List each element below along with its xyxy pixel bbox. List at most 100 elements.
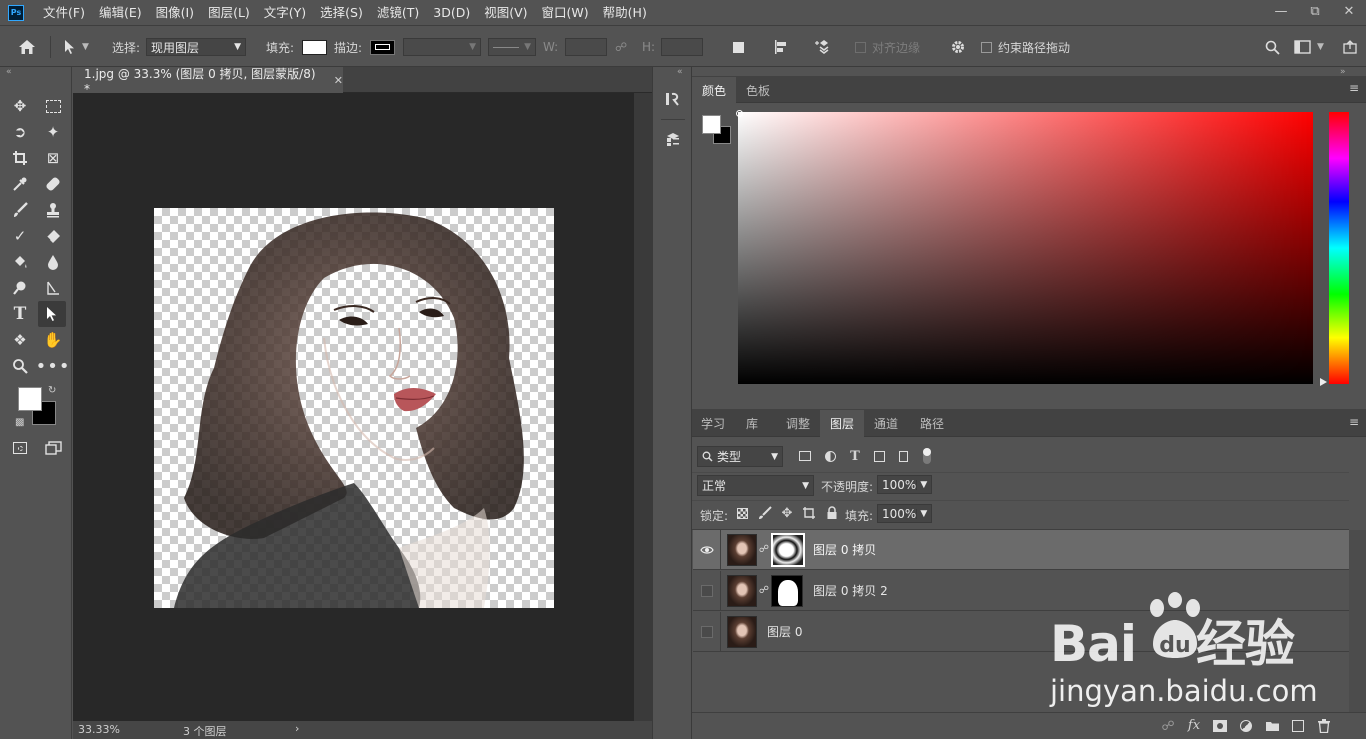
visibility-toggle[interactable]	[693, 611, 721, 652]
history-brush-tool-icon[interactable]: ✓	[9, 225, 31, 247]
dodge-tool-icon[interactable]	[9, 277, 31, 299]
filter-adjustment-icon[interactable]	[822, 447, 838, 465]
tab-adjustments[interactable]: 调整	[776, 410, 820, 437]
path-select-tool-icon[interactable]: ▼	[64, 26, 89, 68]
menu-layer[interactable]: 图层(L)	[201, 0, 257, 25]
layer-row[interactable]: ☍ 图层 0 拷贝	[693, 529, 1349, 570]
filter-shape-icon[interactable]	[871, 447, 887, 465]
document-tab[interactable]: 1.jpg @ 33.3% (图层 0 拷贝, 图层蒙版/8) * ✕	[73, 67, 343, 96]
close-tab-icon[interactable]: ✕	[334, 74, 343, 87]
visibility-toggle[interactable]	[693, 570, 721, 611]
vertical-scrollbar[interactable]	[634, 93, 652, 721]
menu-type[interactable]: 文字(Y)	[257, 0, 313, 25]
color-panel-menu-icon[interactable]: ≡	[1349, 81, 1359, 95]
default-colors-icon[interactable]: ▩	[15, 417, 24, 428]
height-field[interactable]	[661, 38, 703, 56]
lock-artboard-icon[interactable]	[801, 505, 817, 521]
properties-panel-icon[interactable]	[661, 127, 685, 151]
layer-mask-thumbnail[interactable]	[771, 532, 805, 567]
panel-foreground-swatch[interactable]	[702, 115, 721, 134]
menu-edit[interactable]: 编辑(E)	[92, 0, 149, 25]
magic-wand-tool-icon[interactable]: ✦	[42, 121, 64, 143]
document-canvas[interactable]	[154, 208, 554, 608]
layer-name[interactable]: 图层 0 拷贝	[813, 541, 876, 558]
link-icon[interactable]: ☍	[615, 26, 627, 68]
constrain-path-checkbox[interactable]	[981, 41, 992, 53]
delete-layer-icon[interactable]	[1314, 717, 1334, 735]
new-group-icon[interactable]	[1262, 717, 1282, 735]
more-tools-icon[interactable]: •••	[36, 355, 70, 377]
menu-3d[interactable]: 3D(D)	[426, 0, 477, 25]
menu-filter[interactable]: 滤镜(T)	[370, 0, 426, 25]
zoom-level[interactable]: 33.33%	[78, 723, 120, 736]
layer-name[interactable]: 图层 0	[767, 623, 802, 640]
filter-smart-object-icon[interactable]	[895, 447, 911, 465]
filter-pixel-icon[interactable]	[797, 447, 813, 465]
layers-scrollbar[interactable]	[1349, 530, 1366, 712]
layer-name[interactable]: 图层 0 拷贝 2	[813, 582, 888, 599]
quick-mask-icon[interactable]	[9, 437, 31, 459]
layer-row[interactable]: ☍ 图层 0 拷贝 2	[693, 570, 1349, 611]
pen-tool-icon[interactable]	[42, 277, 64, 299]
close-icon[interactable]: ✕	[1332, 0, 1366, 22]
minimize-icon[interactable]: —	[1264, 0, 1298, 22]
align-edges-checkbox[interactable]	[855, 41, 866, 53]
type-tool-icon[interactable]: T	[9, 303, 31, 325]
menu-view[interactable]: 视图(V)	[477, 0, 534, 25]
new-layer-icon[interactable]	[1288, 717, 1308, 735]
hue-slider[interactable]	[1329, 112, 1349, 384]
mask-link-icon[interactable]: ☍	[757, 585, 771, 596]
lock-transparent-icon[interactable]	[734, 505, 750, 521]
lock-image-icon[interactable]	[757, 505, 773, 521]
hand-tool-icon[interactable]: ✋	[42, 329, 64, 351]
menu-help[interactable]: 帮助(H)	[596, 0, 654, 25]
layer-effects-icon[interactable]: fx	[1184, 716, 1204, 734]
filter-type-icon[interactable]: T	[847, 447, 863, 465]
stroke-width-field[interactable]: ▼	[403, 38, 481, 56]
layer-row[interactable]: 图层 0	[693, 611, 1349, 652]
color-picker-handle[interactable]	[736, 110, 743, 117]
tab-learn[interactable]: 学习	[692, 410, 734, 437]
shape-tool-icon[interactable]: ❖	[9, 329, 31, 351]
tab-channels[interactable]: 通道	[864, 410, 908, 437]
blend-mode-dropdown[interactable]: 正常 ▼	[697, 475, 814, 496]
move-tool-icon[interactable]: ✥	[9, 95, 31, 117]
menu-image[interactable]: 图像(I)	[149, 0, 201, 25]
menu-select[interactable]: 选择(S)	[313, 0, 370, 25]
blur-tool-icon[interactable]	[42, 251, 64, 273]
restore-icon[interactable]: ⧉	[1298, 0, 1332, 22]
stamp-tool-icon[interactable]	[42, 199, 64, 221]
search-icon[interactable]	[1265, 26, 1280, 68]
link-layers-icon[interactable]: ☍	[1158, 717, 1178, 735]
path-arrangement-icon[interactable]	[815, 26, 833, 68]
visibility-toggle[interactable]	[693, 529, 721, 570]
tab-paths[interactable]: 路径	[910, 410, 954, 437]
stroke-type-dropdown[interactable]: ▼	[488, 38, 536, 56]
history-panel-icon[interactable]	[661, 87, 685, 111]
menu-file[interactable]: 文件(F)	[36, 0, 92, 25]
fill-field[interactable]: 100% ▼	[877, 504, 932, 523]
menu-window[interactable]: 窗口(W)	[535, 0, 596, 25]
workspace-icon[interactable]: ▼	[1294, 26, 1324, 68]
home-icon[interactable]	[18, 26, 36, 68]
swap-colors-icon[interactable]: ↻	[48, 385, 56, 396]
healing-brush-tool-icon[interactable]	[42, 173, 64, 195]
frame-tool-icon[interactable]: ⊠	[42, 147, 64, 169]
lock-all-icon[interactable]	[824, 505, 840, 521]
collapse-toolbox-icon[interactable]: «	[6, 67, 12, 77]
filter-toggle-icon[interactable]	[920, 445, 934, 467]
eraser-tool-icon[interactable]	[42, 225, 64, 247]
stroke-swatch[interactable]	[370, 39, 395, 55]
tab-layers[interactable]: 图层	[820, 410, 864, 437]
crop-tool-icon[interactable]	[9, 147, 31, 169]
paint-bucket-tool-icon[interactable]	[9, 251, 31, 273]
width-field[interactable]	[565, 38, 607, 56]
path-alignment-icon[interactable]	[773, 26, 789, 68]
zoom-tool-icon[interactable]	[9, 355, 31, 377]
adjustment-layer-icon[interactable]	[1236, 717, 1256, 735]
brush-tool-icon[interactable]	[9, 199, 31, 221]
marquee-tool-icon[interactable]	[42, 95, 64, 117]
collapse-strip-icon[interactable]: «	[677, 67, 683, 77]
foreground-color-swatch[interactable]	[18, 387, 42, 411]
fill-swatch[interactable]	[302, 39, 327, 55]
